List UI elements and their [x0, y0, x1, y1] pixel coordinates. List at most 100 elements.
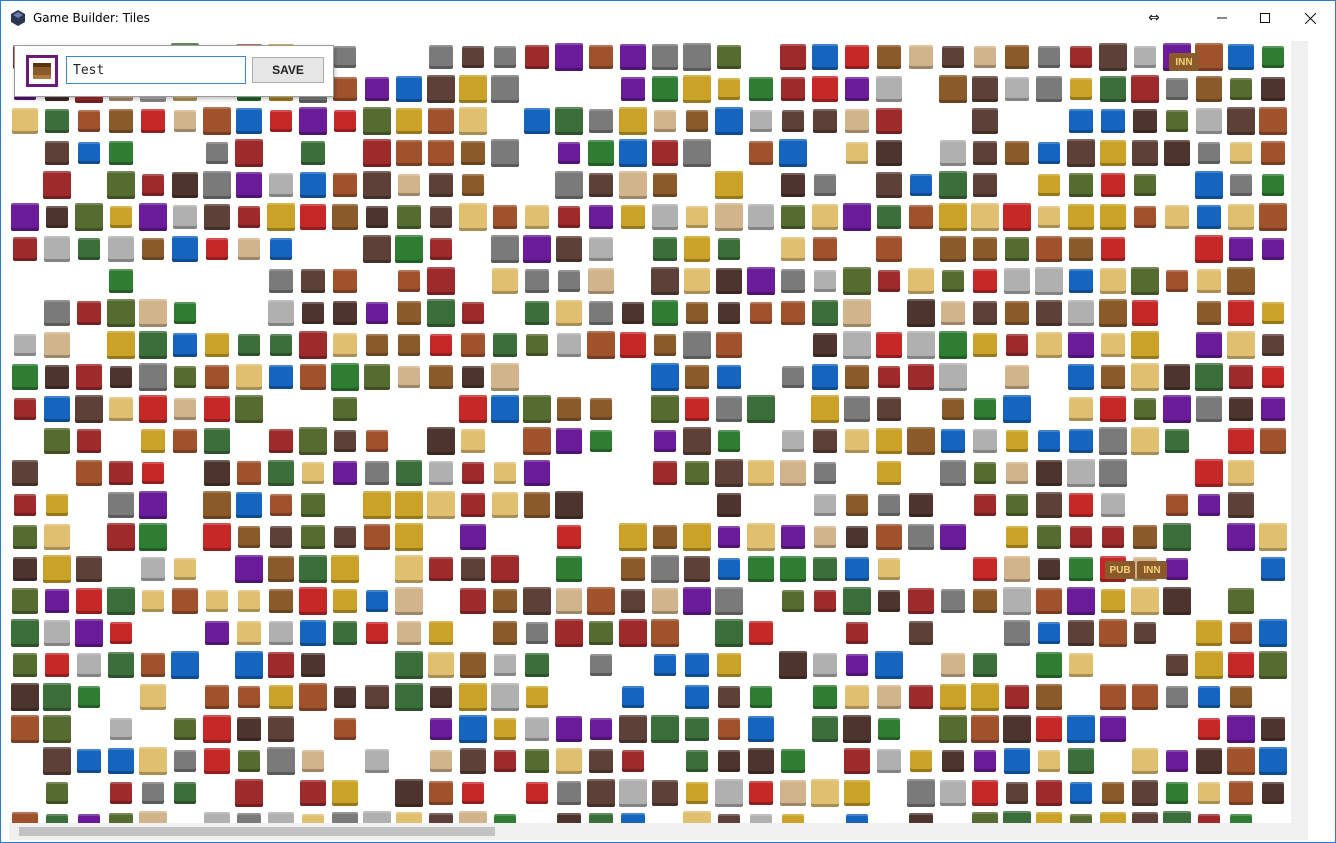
- tile[interactable]: [302, 462, 324, 484]
- tile[interactable]: [1006, 430, 1028, 452]
- tile[interactable]: [525, 653, 549, 677]
- tile[interactable]: [1099, 427, 1127, 455]
- tile[interactable]: [1259, 651, 1287, 679]
- tile[interactable]: [686, 110, 708, 132]
- tile[interactable]: [299, 331, 327, 359]
- tile[interactable]: [1036, 332, 1062, 358]
- tile[interactable]: [973, 269, 997, 293]
- tile[interactable]: [1099, 459, 1127, 487]
- tile[interactable]: [1004, 620, 1030, 646]
- tile[interactable]: [110, 622, 132, 644]
- tile[interactable]: [365, 461, 389, 485]
- tile[interactable]: [270, 494, 292, 516]
- tile[interactable]: [1164, 140, 1190, 166]
- tile[interactable]: [555, 491, 583, 519]
- tile[interactable]: [556, 300, 582, 326]
- tile[interactable]: [715, 203, 743, 231]
- tile[interactable]: [203, 171, 231, 199]
- tile[interactable]: [1228, 204, 1254, 230]
- tile[interactable]: [686, 782, 708, 804]
- tile[interactable]: [430, 686, 452, 708]
- tile[interactable]: [1038, 430, 1060, 452]
- tile[interactable]: [877, 205, 901, 229]
- tile[interactable]: [715, 619, 743, 647]
- tile[interactable]: [493, 205, 517, 229]
- tile[interactable]: [267, 203, 295, 231]
- tile[interactable]: [46, 494, 68, 516]
- tile[interactable]: [396, 460, 422, 486]
- tile[interactable]: [621, 557, 645, 581]
- tile[interactable]: [1165, 205, 1189, 229]
- tile[interactable]: [366, 206, 388, 228]
- tile[interactable]: [973, 589, 997, 613]
- tile[interactable]: [397, 301, 421, 325]
- tile[interactable]: [717, 365, 741, 389]
- tile[interactable]: [1068, 748, 1094, 774]
- tile[interactable]: [780, 44, 806, 70]
- tile[interactable]: [43, 715, 71, 743]
- tile[interactable]: [523, 395, 551, 423]
- tile[interactable]: [812, 716, 838, 742]
- tile[interactable]: [683, 811, 711, 823]
- tile[interactable]: [718, 558, 740, 580]
- tile[interactable]: [1229, 781, 1253, 805]
- tile[interactable]: [876, 140, 902, 166]
- tile[interactable]: [1069, 397, 1093, 421]
- tile[interactable]: [846, 494, 868, 516]
- tile[interactable]: [684, 236, 710, 262]
- tile[interactable]: [299, 107, 327, 135]
- tile[interactable]: [1228, 300, 1254, 326]
- tile[interactable]: [1262, 238, 1284, 260]
- tile[interactable]: [366, 590, 388, 612]
- tile[interactable]: [972, 76, 998, 102]
- tile[interactable]: [268, 460, 294, 486]
- tile[interactable]: [813, 109, 837, 133]
- tile[interactable]: [43, 747, 71, 775]
- tile[interactable]: [395, 555, 423, 583]
- tile[interactable]: [1005, 301, 1029, 325]
- tile[interactable]: [395, 683, 423, 711]
- tile[interactable]: [11, 619, 39, 647]
- tile[interactable]: [939, 75, 967, 103]
- tile[interactable]: [461, 557, 485, 581]
- tile[interactable]: [1067, 715, 1095, 743]
- tile[interactable]: [76, 460, 102, 486]
- tile[interactable]: [334, 718, 356, 740]
- tile[interactable]: [333, 461, 357, 485]
- tile[interactable]: [1195, 43, 1223, 71]
- tile[interactable]: [1069, 557, 1093, 581]
- tile[interactable]: [781, 205, 805, 229]
- tile[interactable]: [334, 430, 356, 452]
- tile[interactable]: [651, 363, 679, 391]
- tile[interactable]: [782, 366, 804, 388]
- sign-tile[interactable]: INN: [1169, 53, 1199, 71]
- tile[interactable]: [654, 654, 676, 676]
- tile[interactable]: [909, 621, 933, 645]
- tile[interactable]: [43, 555, 71, 583]
- tile[interactable]: [1132, 684, 1158, 710]
- tile[interactable]: [973, 333, 997, 357]
- tile[interactable]: [1262, 46, 1284, 68]
- tile[interactable]: [430, 206, 452, 228]
- tile[interactable]: [525, 269, 549, 293]
- tile[interactable]: [1003, 715, 1031, 743]
- tile[interactable]: [173, 333, 197, 357]
- tile[interactable]: [622, 750, 644, 772]
- tile[interactable]: [813, 429, 837, 453]
- tile[interactable]: [748, 460, 774, 486]
- tile[interactable]: [1259, 107, 1287, 135]
- tile[interactable]: [653, 237, 677, 261]
- tile[interactable]: [1006, 782, 1028, 804]
- tile[interactable]: [718, 238, 740, 260]
- tile[interactable]: [555, 43, 583, 71]
- tile[interactable]: [876, 524, 902, 550]
- tile[interactable]: [493, 621, 517, 645]
- tile[interactable]: [430, 238, 452, 260]
- tile[interactable]: [781, 749, 805, 773]
- tile[interactable]: [1166, 494, 1188, 516]
- tile[interactable]: [683, 139, 711, 167]
- tile[interactable]: [685, 653, 709, 677]
- tile[interactable]: [141, 557, 165, 581]
- tile[interactable]: [172, 588, 198, 614]
- tile[interactable]: [269, 365, 293, 389]
